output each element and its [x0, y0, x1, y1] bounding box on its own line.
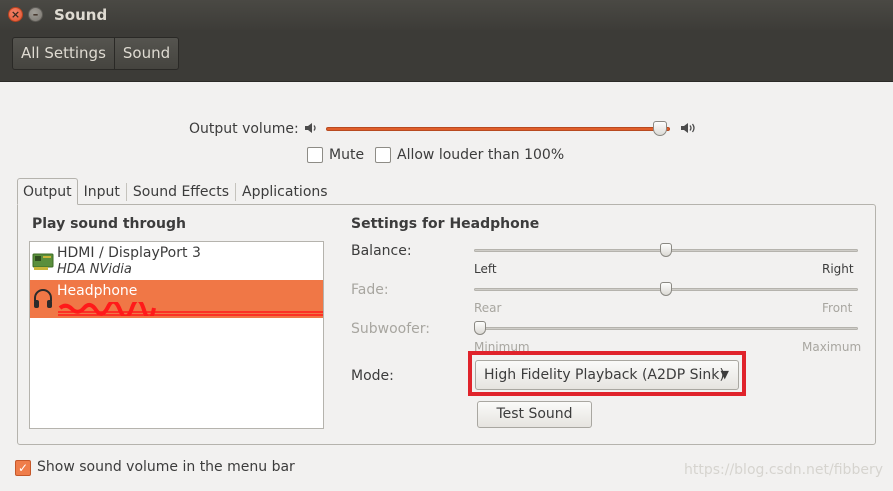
redacted-scribble	[58, 302, 323, 316]
breadcrumb: All Settings Sound	[12, 37, 180, 70]
close-window-button[interactable]: ×	[8, 7, 23, 22]
hdmi-card-icon	[32, 250, 54, 272]
device-item-headphone[interactable]: Headphone	[30, 280, 323, 318]
show-volume-checkbox[interactable]: ✓	[15, 460, 31, 476]
close-icon: ×	[10, 8, 21, 21]
play-through-title: Play sound through	[32, 216, 186, 232]
tab-bar: Output Input Sound Effects Applications	[17, 178, 334, 205]
headphone-icon	[32, 288, 54, 310]
fade-label: Fade:	[351, 282, 389, 298]
show-volume-label: Show sound volume in the menu bar	[37, 459, 295, 475]
speaker-low-icon	[304, 121, 320, 139]
minimize-icon: –	[32, 8, 39, 21]
balance-label: Balance:	[351, 243, 412, 259]
output-volume-slider[interactable]	[326, 127, 670, 131]
device-list: HDMI / DisplayPort 3 HDA NVidia Headphon…	[29, 241, 324, 429]
allow-louder-label: Allow louder than 100%	[397, 147, 565, 163]
chevron-down-icon: ▼	[720, 368, 729, 381]
device-name: HDMI / DisplayPort 3	[57, 245, 201, 261]
speaker-high-icon	[680, 121, 698, 139]
test-sound-button[interactable]: Test Sound	[477, 401, 592, 428]
fade-rear-label: Rear	[474, 301, 502, 315]
mode-dropdown[interactable]: High Fidelity Playback (A2DP Sink) ▼	[475, 360, 739, 390]
tab-input[interactable]: Input	[78, 178, 126, 205]
subwoofer-handle	[474, 321, 486, 335]
output-volume-label: Output volume:	[189, 121, 299, 137]
allow-louder-checkbox[interactable]	[375, 147, 391, 163]
sound-crumb-button[interactable]: Sound	[115, 38, 178, 69]
device-name: Headphone	[57, 283, 138, 299]
fade-handle	[660, 282, 672, 296]
all-settings-button[interactable]: All Settings	[13, 38, 115, 69]
balance-left-label: Left	[474, 262, 497, 276]
subwoofer-slider	[474, 327, 858, 330]
mode-value: High Fidelity Playback (A2DP Sink)	[484, 367, 725, 383]
balance-handle[interactable]	[660, 243, 672, 257]
tab-sound-effects[interactable]: Sound Effects	[127, 178, 235, 205]
mute-label: Mute	[329, 147, 365, 163]
output-volume-handle[interactable]	[652, 121, 667, 136]
fade-front-label: Front	[822, 301, 853, 315]
toolbar: All Settings Sound	[0, 30, 893, 82]
settings-title: Settings for Headphone	[351, 216, 540, 232]
balance-right-label: Right	[822, 262, 854, 276]
device-item-hdmi[interactable]: HDMI / DisplayPort 3 HDA NVidia	[30, 242, 323, 280]
subwoofer-max-label: Maximum	[802, 340, 862, 354]
subwoofer-label: Subwoofer:	[351, 321, 430, 337]
mute-checkbox[interactable]	[307, 147, 323, 163]
tab-output[interactable]: Output	[17, 178, 78, 205]
mode-label: Mode:	[351, 368, 394, 384]
tab-applications[interactable]: Applications	[236, 178, 334, 205]
device-subtitle: HDA NVidia	[57, 262, 132, 277]
watermark: https://blog.csdn.net/fibbery	[683, 462, 883, 478]
minimize-window-button[interactable]: –	[28, 7, 43, 22]
title-bar: × – Sound	[0, 0, 893, 30]
window-title: Sound	[54, 6, 108, 24]
